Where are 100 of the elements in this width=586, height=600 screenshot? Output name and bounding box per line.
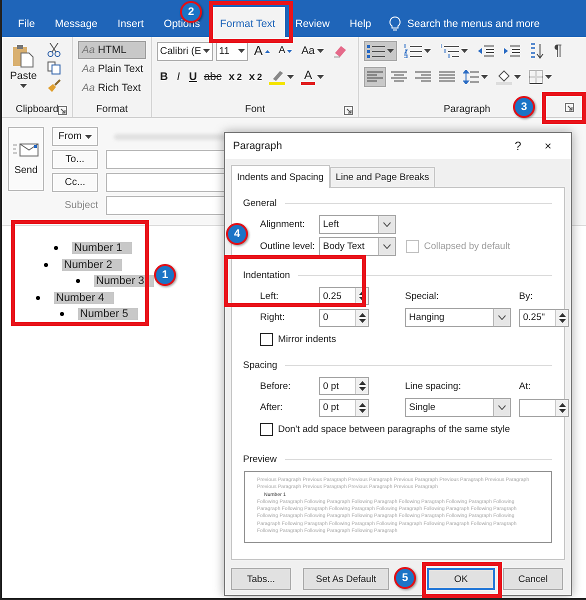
- field-label: Before:: [260, 380, 292, 392]
- copy-icon: [46, 60, 61, 74]
- group-label: Font: [244, 104, 265, 114]
- text-style-button[interactable]: U: [186, 67, 200, 87]
- grow-font-button[interactable]: A: [251, 41, 273, 61]
- help-button[interactable]: ?: [503, 138, 533, 154]
- shrink-font-button[interactable]: A: [276, 41, 296, 61]
- dialog-button[interactable]: Tabs...: [231, 568, 291, 590]
- ribbon-tab[interactable]: Help: [340, 7, 382, 37]
- dialog-button[interactable]: OK: [427, 568, 495, 590]
- list-item: Number 3: [94, 275, 154, 288]
- dialog-tab[interactable]: Indents and Spacing: [231, 165, 330, 188]
- bullet-icon: [44, 262, 48, 267]
- field-label: At:: [519, 380, 532, 392]
- right-indent-field[interactable]: 0: [319, 308, 369, 326]
- line-spacing-button[interactable]: [460, 67, 491, 87]
- caret-icon: [545, 75, 552, 79]
- spin-arrows-icon: [358, 402, 366, 412]
- field-label: Outline level:: [260, 241, 316, 252]
- ribbon-tab[interactable]: Review: [285, 7, 340, 37]
- subject-label: Subject: [64, 200, 98, 211]
- chevron-icon: [383, 244, 391, 249]
- special-dropdown[interactable]: Hanging: [405, 308, 511, 327]
- by-field[interactable]: 0.25": [519, 308, 569, 326]
- indent-icon: [504, 45, 520, 57]
- align-justify-icon: [439, 71, 455, 83]
- line-spacing-dropdown[interactable]: Single: [405, 398, 511, 417]
- group-label: Format: [96, 104, 128, 114]
- text-style-button[interactable]: B: [157, 67, 171, 87]
- field-label: Line spacing:: [405, 380, 462, 392]
- group-label: Clipboard: [16, 104, 58, 114]
- checkbox[interactable]: [260, 333, 273, 346]
- caret-icon: [203, 49, 210, 53]
- field-label: Left:: [260, 290, 280, 302]
- section-heading: Spacing: [243, 360, 278, 371]
- group-label: Paragraph: [444, 104, 490, 114]
- font-color-button[interactable]: A: [298, 67, 328, 87]
- after-field[interactable]: 0 pt: [319, 398, 369, 416]
- at-field[interactable]: [519, 398, 569, 416]
- cc-button[interactable]: Cc...: [52, 173, 98, 192]
- ribbon-tab[interactable]: Insert: [108, 7, 154, 37]
- caret-icon: [287, 75, 294, 79]
- text-style-button[interactable]: I: [172, 67, 185, 87]
- dialog-tab[interactable]: Line and Page Breaks: [330, 167, 436, 187]
- up-arrow-icon: [264, 50, 270, 52]
- format-option[interactable]: Aa Plain Text: [78, 60, 146, 78]
- dialog-button[interactable]: Set As Default: [303, 568, 389, 590]
- text-style-button[interactable]: abc: [200, 67, 225, 87]
- close-button[interactable]: ×: [533, 138, 563, 154]
- numbered-list-icon: [404, 44, 422, 58]
- send-button[interactable]: Send: [8, 127, 44, 191]
- step-badge: 1: [154, 264, 176, 286]
- list-button[interactable]: [438, 41, 471, 61]
- borders-icon: [529, 70, 543, 84]
- from-button[interactable]: From: [52, 127, 98, 146]
- to-button[interactable]: To...: [52, 150, 98, 169]
- spin-arrows-icon: [558, 402, 566, 412]
- checkbox[interactable]: [260, 423, 273, 436]
- paintbrush-icon: [46, 78, 61, 92]
- multilevel-list-icon: [441, 44, 459, 58]
- font-name-dropdown[interactable]: Calibri (E: [157, 42, 213, 60]
- show-formatting-button[interactable]: ¶: [551, 41, 566, 61]
- caret-icon: [20, 84, 27, 88]
- format-option[interactable]: Aa HTML: [78, 41, 146, 59]
- clipboard-icon: [12, 44, 34, 68]
- field-label: Right:: [260, 312, 286, 323]
- change-case-button[interactable]: Aa: [298, 41, 327, 61]
- list-button[interactable]: [364, 41, 397, 61]
- spin-arrows-icon: [558, 312, 566, 322]
- before-field[interactable]: 0 pt: [319, 377, 369, 395]
- line-spacing-icon: [463, 70, 479, 84]
- field-label: Special:: [405, 290, 440, 302]
- paste-button[interactable]: Paste: [7, 41, 40, 101]
- scissors-icon: [46, 42, 61, 56]
- align-center-icon: [391, 71, 407, 83]
- dialog-button[interactable]: Cancel: [503, 568, 563, 590]
- align-button[interactable]: [364, 67, 386, 87]
- borders-button[interactable]: [526, 67, 555, 87]
- chevron-icon: [383, 222, 391, 227]
- caret-icon: [481, 75, 488, 79]
- outline-level-dropdown[interactable]: Body Text: [319, 237, 396, 256]
- checkbox-label: Mirror indents: [278, 334, 336, 345]
- bullet-icon: [76, 279, 80, 284]
- spin-arrows-icon: [358, 381, 366, 391]
- section-heading: Preview: [243, 454, 277, 465]
- caret-icon: [461, 49, 468, 53]
- outdent-icon: [478, 45, 494, 57]
- search-prompt[interactable]: Search the menus and more: [407, 18, 540, 30]
- ribbon-tab[interactable]: File: [8, 7, 45, 37]
- alignment-dropdown[interactable]: Left: [319, 215, 396, 234]
- list-button[interactable]: [401, 41, 434, 61]
- ribbon-tab[interactable]: Message: [44, 7, 108, 37]
- caret-icon: [424, 49, 431, 53]
- envelope-icon: [13, 142, 39, 156]
- section-heading: General: [243, 198, 277, 209]
- align-right-icon: [415, 71, 431, 83]
- format-option[interactable]: Aa Rich Text: [78, 79, 146, 97]
- bullet-icon: [60, 312, 64, 316]
- down-arrow-icon: [287, 50, 292, 52]
- chevron-icon: [498, 405, 506, 410]
